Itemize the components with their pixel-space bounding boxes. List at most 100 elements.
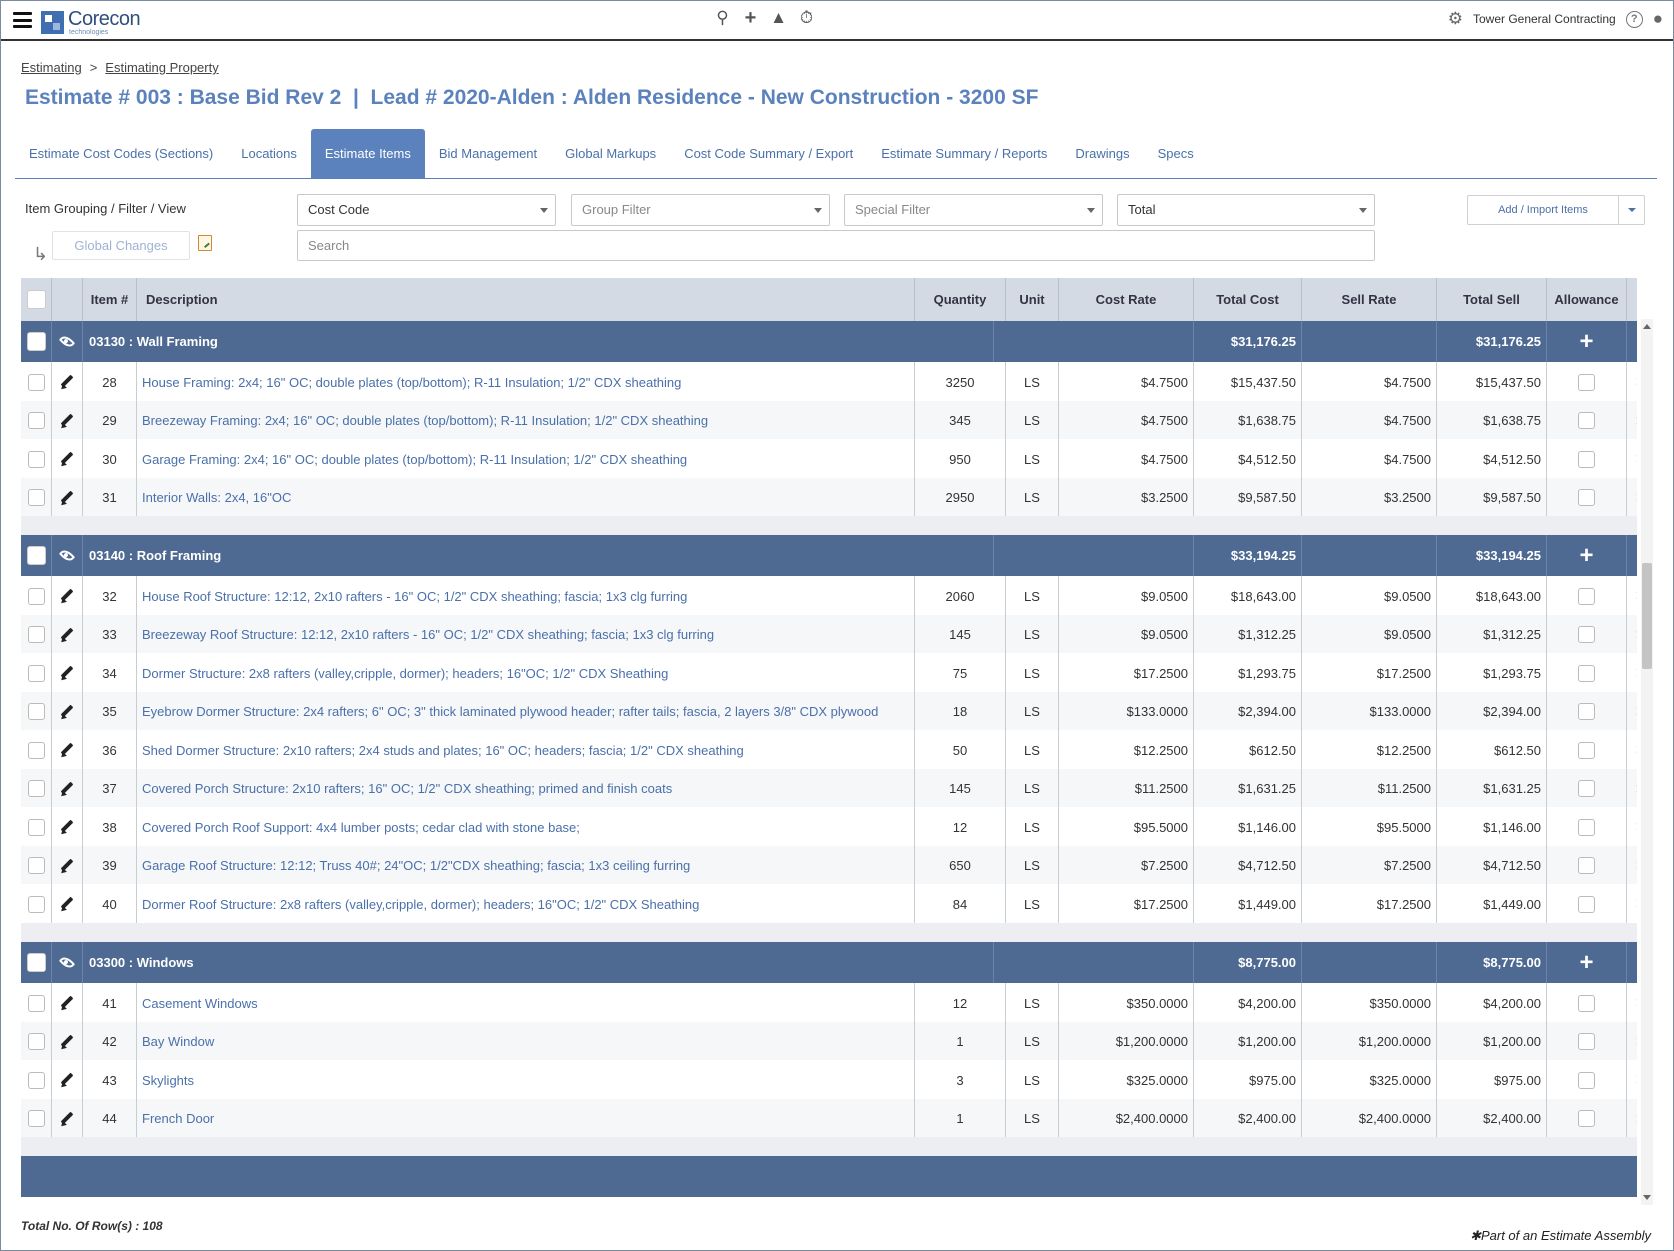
timer-icon[interactable]: ⏱ [797,8,816,28]
item-description[interactable]: Interior Walls: 2x4, 16"OC [137,477,915,518]
row-checkbox[interactable] [27,1071,45,1089]
allowance-checkbox[interactable] [1578,1033,1595,1050]
allowance-checkbox[interactable] [1578,895,1595,913]
pencil-icon[interactable] [59,1072,75,1088]
item-description[interactable]: Garage Roof Structure: 12:12; Truss 40#;… [137,845,915,886]
user-icon[interactable]: ● [1653,9,1663,29]
item-description[interactable]: Garage Framing: 2x4; 16" OC; double plat… [137,439,915,479]
row-checkbox[interactable] [27,741,45,759]
table-row[interactable]: 31 Interior Walls: 2x4, 16"OC 2950 LS $3.250… [21,477,1637,519]
pencil-icon[interactable] [59,490,75,506]
row-checkbox[interactable] [27,626,45,643]
tab-bid-management[interactable]: Bid Management [425,129,551,178]
add-item-plus-icon[interactable]: + [1579,950,1593,975]
group-checkbox[interactable] [26,546,46,565]
col-description[interactable]: Description [137,278,915,321]
table-row[interactable]: 34 Dormer Structure: 2x8 rafters (valley,… [21,653,1637,694]
select-all-checkbox[interactable] [26,290,46,309]
row-checkbox[interactable] [27,780,45,797]
item-description[interactable]: Dormer Structure: 2x8 rafters (valley,cr… [137,653,915,693]
pencil-icon[interactable] [59,781,75,797]
table-row[interactable]: 38 Covered Porch Roof Support: 4x4 lumber… [21,807,1637,848]
item-description[interactable]: Bay Window [137,1021,915,1062]
col-quantity[interactable]: Quantity [915,278,1006,321]
item-description[interactable]: French Door [137,1098,915,1139]
row-checkbox[interactable] [27,450,45,468]
search-input[interactable]: Search [297,230,1375,261]
col-sell-rate[interactable]: Sell Rate [1302,278,1437,321]
allowance-checkbox[interactable] [1578,1110,1595,1127]
item-description[interactable]: Dormer Roof Structure: 2x8 rafters (vall… [137,884,915,924]
col-unit[interactable]: Unit [1006,278,1059,321]
corecon-logo[interactable]: Corecon technologies [41,8,141,36]
eye-icon[interactable] [58,954,76,971]
table-row[interactable]: 42 Bay Window 1 LS $1,200.0000 $1,200.00 $1,20… [21,1021,1637,1063]
item-description[interactable]: Covered Porch Structure: 2x10 rafters; 1… [137,768,915,809]
item-description[interactable]: Breezeway Roof Structure: 12:12, 2x10 ra… [137,614,915,655]
pencil-icon[interactable] [59,858,75,874]
allowance-checkbox[interactable] [1578,626,1595,643]
table-row[interactable]: 30 Garage Framing: 2x4; 16" OC; double pl… [21,439,1637,480]
delete-icon[interactable]: ✖ [1636,411,1637,431]
table-row[interactable]: 33 Breezeway Roof Structure: 12:12, 2x10 … [21,614,1637,656]
eye-icon[interactable] [58,333,76,350]
delete-icon[interactable]: ✖ [1636,779,1637,799]
delete-icon[interactable]: ✖ [1636,1109,1637,1129]
delete-icon[interactable]: ✖ [1636,993,1637,1013]
tab-locations[interactable]: Locations [227,129,311,178]
allowance-checkbox[interactable] [1578,857,1595,874]
global-changes-button[interactable]: Global Changes [52,231,190,260]
col-total-sell[interactable]: Total Sell [1437,278,1547,321]
group-row[interactable]: 03130 : Wall Framing $31,176.25 $31,176.25… [21,321,1637,362]
pencil-icon[interactable] [59,665,75,681]
pencil-icon[interactable] [59,374,75,390]
item-description[interactable]: House Framing: 2x4; 16" OC; double plate… [137,362,915,402]
add-item-plus-icon[interactable]: + [1579,329,1593,354]
row-checkbox[interactable] [27,703,45,720]
row-checkbox[interactable] [27,412,45,429]
delete-icon[interactable]: ✖ [1636,449,1637,469]
delete-icon[interactable]: ✖ [1636,372,1637,392]
table-row[interactable]: 40 Dormer Roof Structure: 2x8 rafters (va… [21,884,1637,925]
group-row[interactable] [21,1156,1637,1197]
scroll-thumb[interactable] [1642,563,1652,669]
tab-cost-code-summary[interactable]: Cost Code Summary / Export [670,129,867,178]
group-row[interactable]: 03140 : Roof Framing $33,194.25 $33,194.25… [21,535,1637,576]
group-checkbox[interactable] [26,953,46,972]
delete-icon[interactable]: ✖ [1636,702,1637,722]
row-checkbox[interactable] [27,1033,45,1050]
row-checkbox[interactable] [27,857,45,874]
delete-icon[interactable]: ✖ [1636,625,1637,645]
col-cost-rate[interactable]: Cost Rate [1059,278,1194,321]
add-import-dropdown-icon[interactable] [1618,196,1644,224]
item-description[interactable]: House Roof Structure: 12:12, 2x10 rafter… [137,576,915,616]
tab-global-markups[interactable]: Global Markups [551,129,670,178]
row-checkbox[interactable] [27,895,45,913]
pencil-icon[interactable] [59,588,75,604]
tab-drawings[interactable]: Drawings [1061,129,1143,178]
table-row[interactable]: 32 House Roof Structure: 12:12, 2x10 raft… [21,576,1637,617]
table-row[interactable]: 36 Shed Dormer Structure: 2x10 rafters; 2… [21,730,1637,771]
row-checkbox[interactable] [27,373,45,391]
allowance-checkbox[interactable] [1578,741,1595,759]
item-description[interactable]: Shed Dormer Structure: 2x10 rafters; 2x4… [137,730,915,770]
delete-icon[interactable]: ✖ [1636,817,1637,837]
item-description[interactable]: Covered Porch Roof Support: 4x4 lumber p… [137,807,915,847]
row-checkbox[interactable] [27,1110,45,1127]
table-row[interactable]: 29 Breezeway Framing: 2x4; 16" OC; double… [21,400,1637,442]
delete-icon[interactable]: ✖ [1636,586,1637,606]
row-checkbox[interactable] [27,994,45,1012]
group-filter-select[interactable]: Group Filter [571,194,830,226]
tab-estimate-cost-codes[interactable]: Estimate Cost Codes (Sections) [15,129,227,178]
pencil-icon[interactable] [59,896,75,912]
delete-icon[interactable]: ✖ [1636,1070,1637,1090]
col-total-cost[interactable]: Total Cost [1194,278,1302,321]
add-import-items-button[interactable]: Add / Import Items [1467,195,1645,225]
table-row[interactable]: 43 Skylights 3 LS $325.0000 $975.00 $325.0000 $… [21,1060,1637,1101]
pencil-icon[interactable] [59,819,75,835]
row-checkbox[interactable] [27,489,45,506]
special-filter-select[interactable]: Special Filter [844,194,1103,226]
delete-icon[interactable]: ✖ [1636,488,1637,508]
pencil-icon[interactable] [59,413,75,429]
delete-icon[interactable]: ✖ [1636,856,1637,876]
